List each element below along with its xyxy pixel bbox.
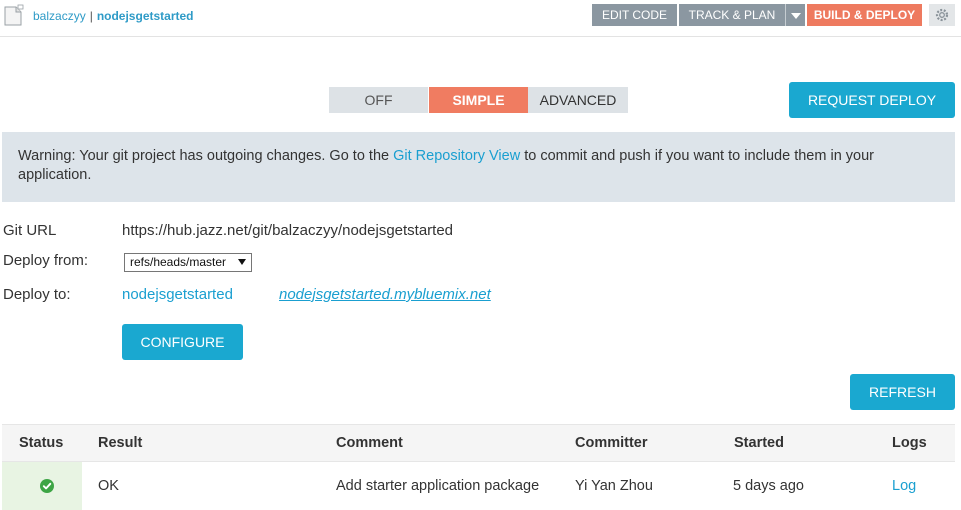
breadcrumb-separator: |	[89, 9, 93, 23]
deploy-from-select[interactable]: refs/heads/master	[124, 253, 252, 272]
deploy-to-label: Deploy to:	[3, 286, 71, 303]
git-repository-view-link[interactable]: Git Repository View	[393, 148, 520, 164]
check-circle-icon	[40, 479, 54, 493]
deploy-from-label: Deploy from:	[3, 252, 89, 269]
warning-text-before: Warning: Your git project has outgoing c…	[18, 148, 394, 164]
breadcrumb-owner-link[interactable]: balzaczyy	[33, 9, 86, 23]
mode-off-toggle[interactable]: OFF	[329, 87, 428, 113]
outgoing-changes-warning: Warning: Your git project has outgoing c…	[2, 132, 955, 202]
git-url-label: Git URL	[3, 222, 57, 239]
table-header: Status Result Comment Committer Started …	[2, 424, 955, 462]
deploy-from-selected-value: refs/heads/master	[130, 255, 227, 269]
column-header-logs: Logs	[892, 435, 927, 451]
edit-code-button[interactable]: EDIT CODE	[592, 4, 677, 26]
deploy-to-app-link[interactable]: nodejsgetstarted	[122, 286, 233, 303]
result-cell: OK	[98, 478, 119, 494]
settings-button[interactable]	[929, 4, 955, 26]
build-deploy-button[interactable]: BUILD & DEPLOY	[807, 4, 922, 26]
deploy-to-url-link[interactable]: nodejsgetstarted.mybluemix.net	[279, 286, 491, 303]
configure-button[interactable]: CONFIGURE	[122, 324, 243, 360]
top-bar: balzaczyy | nodejsgetstarted EDIT CODE TRA…	[0, 0, 961, 37]
log-link[interactable]: Log	[892, 478, 916, 494]
track-plan-dropdown-button[interactable]	[785, 4, 805, 26]
breadcrumb: balzaczyy | nodejsgetstarted	[33, 9, 194, 23]
column-header-status: Status	[19, 435, 64, 451]
breadcrumb-project-link[interactable]: nodejsgetstarted	[97, 9, 194, 23]
dropdown-arrow-icon	[790, 13, 801, 19]
request-deploy-button[interactable]: REQUEST DEPLOY	[789, 82, 955, 118]
gear-icon	[935, 8, 949, 22]
column-header-result: Result	[98, 435, 143, 451]
status-cell	[2, 462, 82, 510]
column-header-started: Started	[734, 435, 784, 451]
committer-cell: Yi Yan Zhou	[575, 478, 653, 494]
column-header-comment: Comment	[336, 435, 403, 451]
column-header-committer: Committer	[575, 435, 648, 451]
started-cell: 5 days ago	[733, 478, 804, 494]
project-file-icon	[2, 4, 24, 26]
comment-cell: Add starter application package	[336, 478, 540, 494]
select-arrow-icon	[238, 259, 246, 265]
mode-advanced-toggle[interactable]: ADVANCED	[528, 87, 628, 113]
table-row: OK Add starter application package Yi Ya…	[2, 462, 955, 510]
mode-simple-toggle[interactable]: SIMPLE	[429, 87, 528, 113]
track-plan-button[interactable]: TRACK & PLAN	[679, 4, 785, 26]
git-url-value: https://hub.jazz.net/git/balzaczyy/nodej…	[122, 222, 454, 239]
refresh-button[interactable]: REFRESH	[850, 374, 955, 410]
